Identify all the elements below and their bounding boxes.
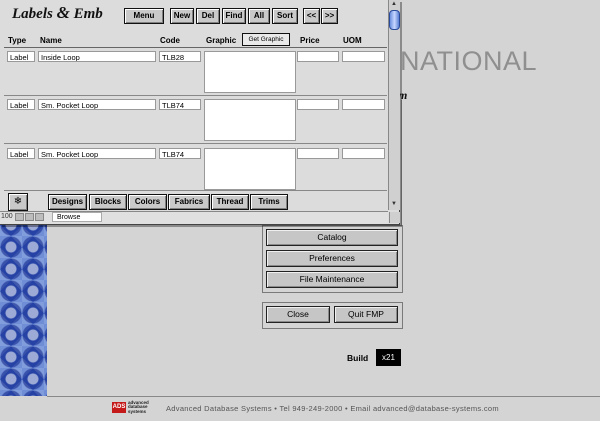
- company-logo: ADS advanced database systems: [112, 399, 158, 414]
- graphic-field[interactable]: [204, 99, 296, 141]
- zoom-controls: [15, 213, 47, 221]
- quit-fmp-button[interactable]: Quit FMP: [334, 306, 398, 323]
- brand-text-fragment: NATIONAL: [400, 46, 538, 76]
- column-header-type: Type: [8, 36, 27, 45]
- previous-record-button[interactable]: <<: [303, 8, 320, 24]
- window-title: Labels & Emb: [12, 3, 103, 23]
- divider: [401, 100, 402, 230]
- snowflake-icon[interactable]: ❄: [8, 193, 28, 211]
- zoom-out-icon[interactable]: [15, 213, 24, 221]
- new-record-button[interactable]: New: [170, 8, 194, 24]
- mode-selector[interactable]: Browse: [52, 212, 102, 222]
- code-field[interactable]: TLB28: [159, 51, 201, 62]
- logo-mark: ADS: [112, 402, 126, 413]
- show-all-button[interactable]: All: [248, 8, 270, 24]
- price-field[interactable]: [297, 148, 339, 159]
- find-button[interactable]: Find: [222, 8, 246, 24]
- build-label: Build: [347, 353, 369, 363]
- graphic-field[interactable]: [204, 148, 296, 190]
- build-value: x21: [376, 349, 401, 366]
- name-field[interactable]: Sm. Pocket Loop: [38, 99, 156, 110]
- header-divider: [4, 47, 387, 48]
- row-divider: [4, 95, 387, 96]
- column-header-graphic: Graphic: [206, 36, 237, 45]
- price-field[interactable]: [297, 99, 339, 110]
- scroll-up-arrow-icon[interactable]: ▲: [390, 1, 398, 7]
- title-part-labels: Labels: [12, 6, 57, 22]
- column-header-price: Price: [300, 36, 320, 45]
- nav-divider: [4, 190, 387, 191]
- logo-words: advanced database systems: [128, 399, 149, 414]
- catalog-button[interactable]: Catalog: [266, 229, 398, 246]
- code-field[interactable]: TLB74: [159, 99, 201, 110]
- name-field[interactable]: Sm. Pocket Loop: [38, 148, 156, 159]
- code-field[interactable]: TLB74: [159, 148, 201, 159]
- zoom-in-icon[interactable]: [25, 213, 34, 221]
- scrollbar-thumb[interactable]: [389, 10, 400, 30]
- row-divider: [4, 143, 387, 144]
- decorative-pattern-strip: [0, 214, 47, 396]
- graphic-field[interactable]: [204, 51, 296, 93]
- labels-emb-window: Labels & Emb Menu New Del Find All Sort …: [0, 0, 400, 225]
- file-maintenance-button[interactable]: File Maintenance: [266, 271, 398, 288]
- zoom-level[interactable]: 100: [1, 213, 13, 220]
- title-ampersand: &: [56, 3, 70, 22]
- footer-contact-text: Advanced Database Systems • Tel 949-249-…: [166, 404, 499, 413]
- name-field[interactable]: Inside Loop: [38, 51, 156, 62]
- title-part-emb: Emb: [69, 6, 103, 22]
- resize-handle-icon[interactable]: [389, 212, 400, 223]
- blocks-button[interactable]: Blocks: [89, 194, 127, 210]
- fabrics-button[interactable]: Fabrics: [168, 194, 210, 210]
- type-field[interactable]: Label: [7, 148, 35, 159]
- scroll-down-arrow-icon[interactable]: ▼: [390, 201, 398, 207]
- sort-button[interactable]: Sort: [272, 8, 298, 24]
- column-header-name: Name: [40, 36, 62, 45]
- price-field[interactable]: [297, 51, 339, 62]
- delete-record-button[interactable]: Del: [196, 8, 220, 24]
- menu-button[interactable]: Menu: [124, 8, 164, 24]
- uom-field[interactable]: [342, 99, 385, 110]
- colors-button[interactable]: Colors: [128, 194, 167, 210]
- get-graphic-button[interactable]: Get Graphic: [242, 33, 290, 46]
- thread-button[interactable]: Thread: [211, 194, 249, 210]
- column-header-code: Code: [160, 36, 180, 45]
- close-button[interactable]: Close: [266, 306, 330, 323]
- next-record-button[interactable]: >>: [321, 8, 338, 24]
- status-toggle-icon[interactable]: [35, 213, 44, 221]
- designs-button[interactable]: Designs: [48, 194, 87, 210]
- footer-divider: [47, 396, 600, 397]
- preferences-button[interactable]: Preferences: [266, 250, 398, 267]
- vertical-scrollbar[interactable]: [388, 0, 400, 210]
- trims-button[interactable]: Trims: [250, 194, 288, 210]
- column-header-uom: UOM: [343, 36, 362, 45]
- type-field[interactable]: Label: [7, 99, 35, 110]
- uom-field[interactable]: [342, 148, 385, 159]
- type-field[interactable]: Label: [7, 51, 35, 62]
- uom-field[interactable]: [342, 51, 385, 62]
